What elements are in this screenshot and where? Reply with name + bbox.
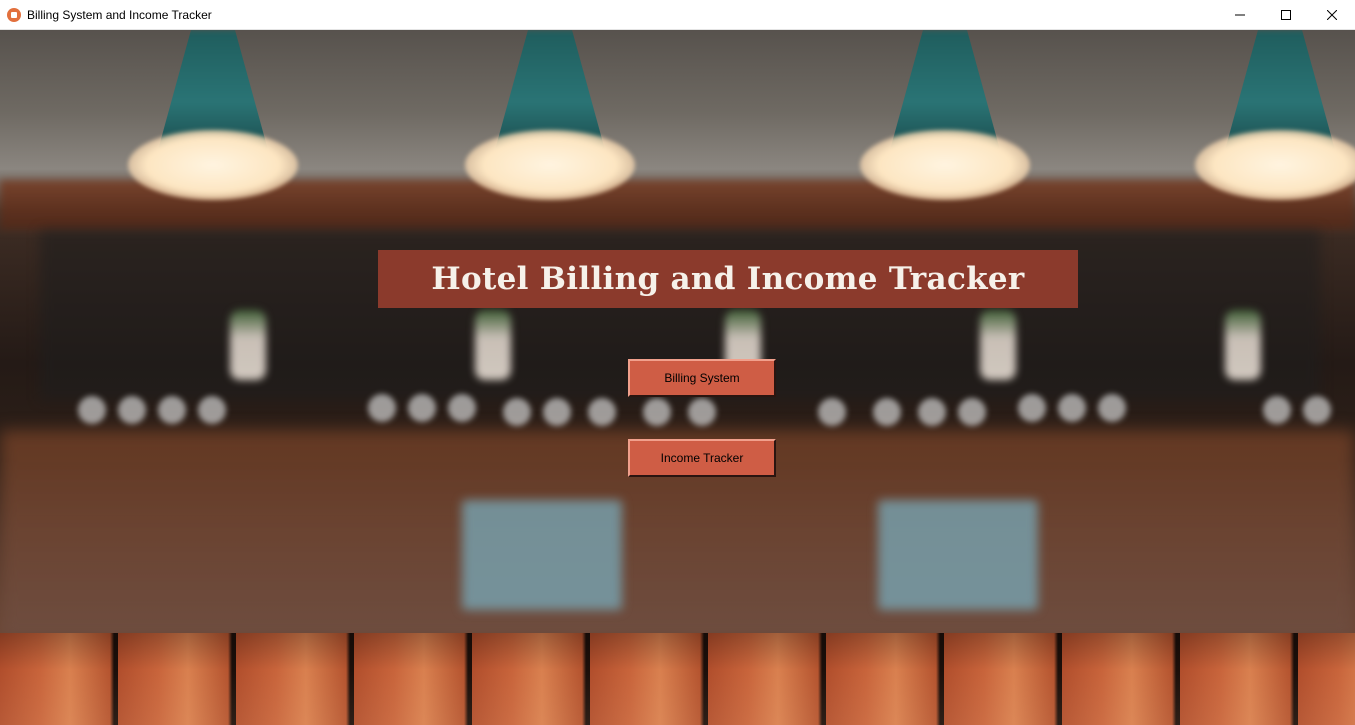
cashier-screen [462, 500, 622, 610]
minimize-icon [1235, 14, 1245, 16]
pendant-lamp [1195, 30, 1355, 210]
shelf-bowl [368, 394, 396, 422]
app-icon [7, 7, 21, 22]
shelf-bowl [1263, 396, 1291, 424]
close-icon [1327, 10, 1337, 20]
shelf-bowl [818, 398, 846, 426]
shelf-bowl [78, 396, 106, 424]
shelf-bowl [643, 398, 671, 426]
shelf-bowl [1018, 394, 1046, 422]
shelf-bowl [918, 398, 946, 426]
shelf-bowl [688, 398, 716, 426]
shelf-bowl [1303, 396, 1331, 424]
maximize-button[interactable] [1263, 0, 1309, 30]
page-title: Hotel Billing and Income Tracker [431, 261, 1025, 297]
window-title: Billing System and Income Tracker [27, 7, 212, 22]
minimize-button[interactable] [1217, 0, 1263, 30]
shelf-bowl [588, 398, 616, 426]
plant-pot [230, 310, 266, 380]
shelf-bowl [503, 398, 531, 426]
shelf-bowl [198, 396, 226, 424]
shelf-bowl [958, 398, 986, 426]
title-banner: Hotel Billing and Income Tracker [378, 250, 1078, 308]
maximize-icon [1281, 10, 1291, 20]
plant-pot [475, 310, 511, 380]
close-button[interactable] [1309, 0, 1355, 30]
shelf-bowl [873, 398, 901, 426]
shelf-bowl [408, 394, 436, 422]
cashier-screen [878, 500, 1038, 610]
billing-system-button[interactable]: Billing System [628, 359, 776, 397]
plant-pot [980, 310, 1016, 380]
shelf-bowl [158, 396, 186, 424]
window-title-bar[interactable]: Billing System and Income Tracker [0, 0, 1355, 30]
pendant-lamp [465, 30, 635, 210]
income-tracker-button[interactable]: Income Tracker [628, 439, 776, 477]
shelf-bowl [1098, 394, 1126, 422]
shelf-bowl [1058, 394, 1086, 422]
plant-pot [1225, 310, 1261, 380]
pendant-lamp [128, 30, 298, 210]
shelf-bowl [543, 398, 571, 426]
shelf-bowl [448, 394, 476, 422]
pendant-lamp [860, 30, 1030, 210]
shelf-bowl [118, 396, 146, 424]
window-controls [1217, 0, 1355, 30]
wooden-counter [0, 633, 1355, 725]
